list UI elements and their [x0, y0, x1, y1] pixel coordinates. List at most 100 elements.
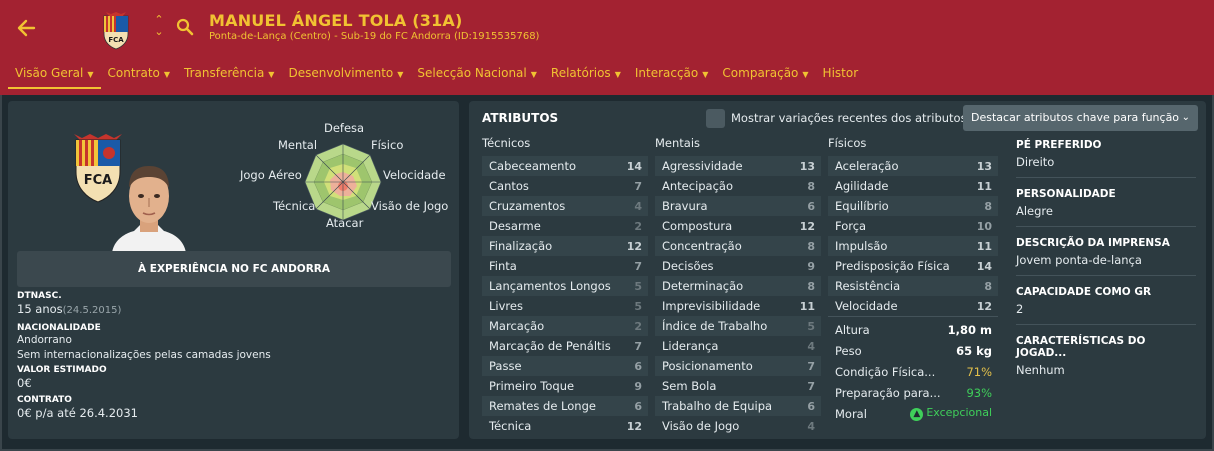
attribute-value: 4 [807, 339, 815, 353]
attribute-row[interactable]: Determinação 8 [655, 276, 821, 296]
attribute-row[interactable]: Trabalho de Equipa 6 [655, 396, 821, 416]
attribute-value: 12 [626, 419, 642, 433]
attribute-row[interactable]: Predisposição Física 14 [828, 256, 998, 276]
attribute-value: 5 [634, 299, 642, 313]
tab-reports[interactable]: Relatórios ▼ [544, 62, 628, 89]
value-label: VALOR ESTIMADO [17, 365, 107, 375]
attribute-name: Lançamentos Longos [489, 279, 611, 293]
recent-changes-checkbox[interactable] [706, 109, 725, 128]
physical-divider [828, 316, 998, 317]
attribute-row[interactable]: Marcação de Penáltis 7 [482, 336, 648, 356]
attribute-value: 6 [634, 399, 642, 413]
attribute-name: Bravura [662, 199, 708, 213]
radar-label-attack: Atacar [326, 216, 364, 230]
attribute-row[interactable]: Lançamentos Longos 5 [482, 276, 648, 296]
attribute-row[interactable]: Impulsão 11 [828, 236, 998, 256]
club-crest-icon[interactable]: FCA [100, 12, 132, 50]
tab-transfer[interactable]: Transferência ▼ [177, 62, 281, 89]
attribute-row[interactable]: Cabeceamento 14 [482, 156, 648, 176]
recent-changes-label[interactable]: Mostrar variações recentes dos atributos [731, 111, 967, 125]
attribute-name: Liderança [662, 339, 719, 353]
press-description: Jovem ponta-de-lança [1016, 253, 1142, 267]
attribute-row[interactable]: Desarme 2 [482, 216, 648, 236]
radar-label-physical: Físico [371, 138, 404, 152]
search-icon[interactable] [176, 18, 194, 36]
attribute-row[interactable]: Concentração 8 [655, 236, 821, 256]
radar-label-aerial: Jogo Aéreo [240, 168, 302, 182]
tab-history[interactable]: Histor [816, 62, 866, 89]
nationality[interactable]: Andorrano [17, 334, 72, 346]
attribute-row[interactable]: Marcação 2 [482, 316, 648, 336]
attribute-row[interactable]: Posicionamento 7 [655, 356, 821, 376]
attribute-row[interactable]: Remates de Longe 6 [482, 396, 648, 416]
attribute-name: Equilíbrio [835, 199, 889, 213]
header: FCA ⌃ ⌄ MANUEL ÁNGEL TOLA (31A) Ponta-de… [0, 0, 1214, 95]
weight-row: Peso 65 kg [828, 340, 998, 361]
mental-header: Mentais [655, 136, 701, 150]
estimated-value: 0€ [17, 376, 32, 390]
chevron-down-icon[interactable]: ⌄ [152, 26, 166, 38]
attribute-row[interactable]: Finalização 12 [482, 236, 648, 256]
tab-comparison[interactable]: Comparação ▼ [715, 62, 815, 89]
tab-overview[interactable]: Visão Geral ▼ [8, 62, 101, 89]
tab-contract[interactable]: Contrato ▼ [101, 62, 178, 89]
attribute-row[interactable]: Finta 7 [482, 256, 648, 276]
traits-label[interactable]: CARACTERÍSTICAS DO JOGAD... [1016, 335, 1196, 359]
attribute-value: 2 [634, 219, 642, 233]
attribute-row[interactable]: Sem Bola 7 [655, 376, 821, 396]
attribute-value: 7 [634, 259, 642, 273]
press-label: DESCRIÇÃO DA IMPRENSA [1016, 237, 1170, 249]
attribute-row[interactable]: Equilíbrio 8 [828, 196, 998, 216]
fitness-value: 93% [966, 385, 992, 400]
attribute-row[interactable]: Decisões 9 [655, 256, 821, 276]
attribute-row[interactable]: Compostura 12 [655, 216, 821, 236]
attribute-value: 13 [799, 159, 815, 173]
highlight-role-dropdown[interactable]: Destacar atributos chave para função ⌄ [963, 105, 1198, 131]
radar-label-vision: Visão de Jogo [371, 199, 449, 213]
attribute-row[interactable]: Aceleração 13 [828, 156, 998, 176]
attribute-row[interactable]: Força 10 [828, 216, 998, 236]
attribute-row[interactable]: Resistência 8 [828, 276, 998, 296]
attribute-name: Finalização [489, 239, 553, 253]
player-face-image [112, 158, 186, 253]
morale-value-wrap[interactable]: ▲ Excepcional [910, 406, 992, 421]
attribute-row[interactable]: Bravura 6 [655, 196, 821, 216]
tab-interaction[interactable]: Interacção ▼ [628, 62, 716, 89]
attribute-row[interactable]: Imprevisibilidade 11 [655, 296, 821, 316]
attribute-row[interactable]: Passe 6 [482, 356, 648, 376]
attribute-name: Posicionamento [662, 359, 753, 373]
attribute-row[interactable]: Primeiro Toque 9 [482, 376, 648, 396]
attribute-name: Imprevisibilidade [662, 299, 761, 313]
attribute-row[interactable]: Liderança 4 [655, 336, 821, 356]
attribute-name: Livres [489, 299, 523, 313]
condition-value: 71% [966, 364, 992, 379]
morale-row: Moral ▲ Excepcional [828, 403, 998, 424]
nationality-label: NACIONALIDADE [17, 323, 101, 333]
attribute-row[interactable]: Agilidade 11 [828, 176, 998, 196]
attribute-value: 7 [807, 379, 815, 393]
attribute-row[interactable]: Velocidade 12 [828, 296, 998, 316]
attribute-name: Trabalho de Equipa [662, 399, 773, 413]
highlight-role-label: Destacar atributos chave para função [971, 111, 1180, 124]
attribute-row[interactable]: Cruzamentos 4 [482, 196, 648, 216]
attribute-row[interactable]: Antecipação 8 [655, 176, 821, 196]
attribute-value: 8 [807, 239, 815, 253]
attribute-value: 8 [807, 179, 815, 193]
attribute-name: Desarme [489, 219, 541, 233]
attribute-value: 6 [807, 199, 815, 213]
preferred-foot: Direito [1016, 155, 1055, 169]
height-row: Altura 1,80 m [828, 319, 998, 340]
attribute-row[interactable]: Cantos 7 [482, 176, 648, 196]
back-arrow-icon[interactable] [14, 16, 40, 42]
club-status-box[interactable]: À EXPERIÊNCIA NO FC ANDORRA [17, 251, 451, 287]
attribute-row[interactable]: Livres 5 [482, 296, 648, 316]
attribute-row[interactable]: Visão de Jogo 4 [655, 416, 821, 436]
attribute-value: 7 [634, 179, 642, 193]
tab-national-team[interactable]: Selecção Nacional ▼ [410, 62, 543, 89]
player-switch-arrows[interactable]: ⌃ ⌄ [152, 14, 166, 38]
tab-development[interactable]: Desenvolvimento ▼ [281, 62, 410, 89]
attribute-row[interactable]: Técnica 12 [482, 416, 648, 436]
attribute-row[interactable]: Índice de Trabalho 5 [655, 316, 821, 336]
attribute-name: Predisposição Física [835, 259, 950, 273]
attribute-row[interactable]: Agressividade 13 [655, 156, 821, 176]
